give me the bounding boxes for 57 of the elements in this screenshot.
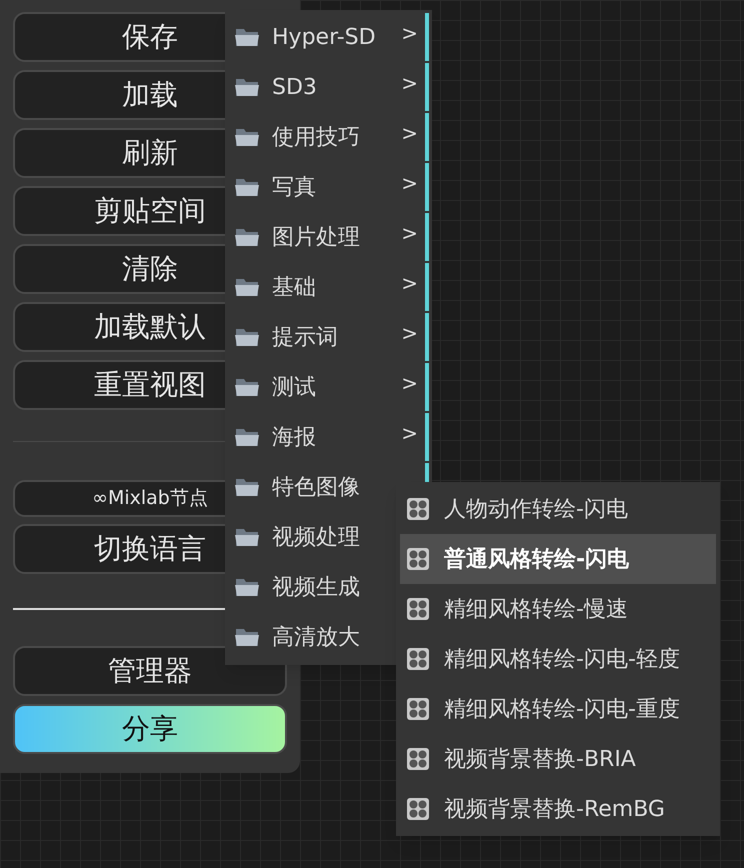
folder-icon [234, 76, 260, 98]
submenu-item-label: 普通风格转绘-闪电 [444, 546, 630, 574]
submenu-indicator [425, 13, 429, 61]
folder-icon [234, 426, 260, 448]
chevron: > [401, 320, 418, 347]
manager-button[interactable]: 管理器 [13, 646, 287, 696]
submenu-indicator [425, 263, 429, 311]
chevron: > [401, 420, 418, 447]
submenu-item[interactable]: 普通风格转绘-闪电 [400, 534, 716, 584]
submenu-indicator [425, 113, 429, 161]
folder-icon [234, 376, 260, 398]
chevron: > [401, 370, 418, 397]
submenu-item-label: 精细风格转绘-闪电-重度 [444, 696, 680, 724]
submenu-indicator [425, 413, 429, 461]
folder-icon [234, 26, 260, 48]
node-icon [406, 797, 430, 821]
chevron: > [401, 120, 418, 147]
submenu-item[interactable]: 精细风格转绘-闪电-重度 [400, 684, 716, 734]
menu-item-label: 视频生成 [272, 574, 360, 602]
folder-icon [234, 526, 260, 548]
submenu-item[interactable]: 人物动作转绘-闪电 [400, 484, 716, 534]
submenu-item[interactable]: 视频背景替换-BRIA [400, 734, 716, 784]
folder-icon [234, 326, 260, 348]
chevron: > [401, 220, 418, 247]
folder-icon [234, 276, 260, 298]
folder-icon [234, 226, 260, 248]
submenu-indicator [425, 313, 429, 361]
submenu-item-label: 精细风格转绘-慢速 [444, 596, 628, 624]
folder-icon [234, 126, 260, 148]
chevron: > [401, 70, 418, 97]
node-icon [406, 547, 430, 571]
menu-item-label: 海报 [272, 424, 316, 452]
submenu-indicator [425, 163, 429, 211]
submenu-indicator [425, 213, 429, 261]
submenu-item[interactable]: 精细风格转绘-慢速 [400, 584, 716, 634]
folder-icon [234, 176, 260, 198]
submenu-item[interactable]: 精细风格转绘-闪电-轻度 [400, 634, 716, 684]
submenu-item[interactable]: 视频背景替换-RemBG [400, 784, 716, 834]
submenu-indicator [425, 363, 429, 411]
node-icon [406, 647, 430, 671]
submenu-indicator [425, 63, 429, 111]
folder-icon [234, 626, 260, 648]
submenu-item-label: 视频背景替换-BRIA [444, 746, 636, 774]
share-button[interactable]: 分享 [13, 704, 287, 754]
node-icon [406, 697, 430, 721]
folder-icon [234, 576, 260, 598]
folder-icon [234, 476, 260, 498]
chevron: > [401, 270, 418, 297]
chevron: > [401, 170, 418, 197]
chevron: > [401, 20, 418, 47]
node-icon [406, 497, 430, 521]
node-icon [406, 597, 430, 621]
submenu-item-label: 精细风格转绘-闪电-轻度 [444, 646, 680, 674]
node-icon [406, 747, 430, 771]
submenu-item-label: 视频背景替换-RemBG [444, 796, 665, 824]
menu-item[interactable]: 海报 > [225, 412, 432, 462]
submenu-item-label: 人物动作转绘-闪电 [444, 496, 628, 524]
